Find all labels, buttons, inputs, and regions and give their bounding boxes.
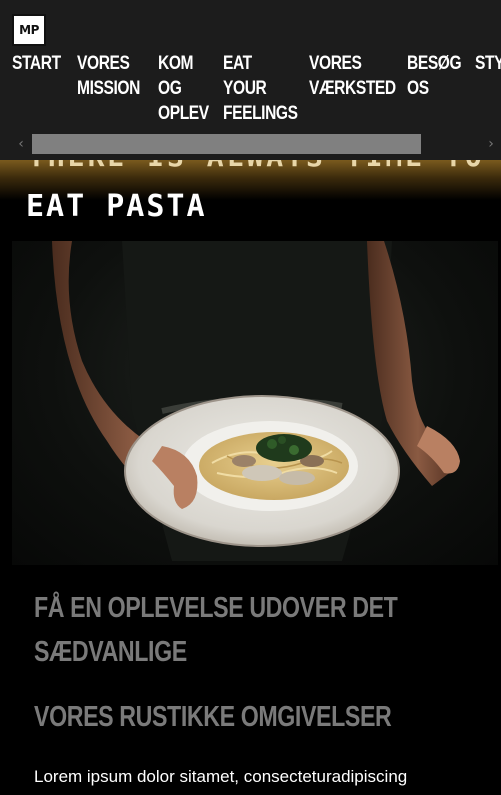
scrollbar-thumb[interactable] (32, 134, 421, 154)
nav-label: VORES (309, 53, 362, 74)
section-heading-experience: FÅ EN OPLEVELSE UDOVER DET SÆDVANLIGE (34, 592, 398, 668)
nav-item-vores-mission[interactable]: VORES MISSION (77, 51, 140, 101)
nav-label: START (12, 53, 61, 74)
nav-item-vores-vaerksted[interactable]: VORES VÆRKSTED (309, 51, 396, 101)
pasta-illustration (52, 241, 460, 561)
site-logo[interactable]: MP (12, 14, 46, 46)
nav-label: STY (475, 53, 501, 74)
nav-label: VORES (77, 53, 130, 74)
nav-label: BESØG (407, 53, 462, 74)
nav-label: VÆRKSTED (309, 78, 396, 99)
nav-label: OPLEV (158, 103, 209, 124)
pasta-photo (12, 241, 498, 565)
nav-label: FEELINGS (223, 103, 298, 124)
chevron-right-icon[interactable]: › (484, 135, 498, 153)
nav-label: YOUR (223, 78, 267, 99)
hero-tagline: THERE IS ALWAYS TIME TO (28, 157, 485, 181)
section-heading-surroundings: VORES RUSTIKKE OMGIVELSER (34, 701, 392, 733)
nav-label: OG (158, 78, 182, 99)
page: MP START VORES MISSION KOM OG OPLEV EAT … (0, 0, 501, 795)
chevron-left-icon[interactable]: ‹ (14, 135, 28, 153)
site-header: MP START VORES MISSION KOM OG OPLEV EAT … (0, 0, 501, 160)
nav-label: KOM (158, 53, 194, 74)
hero-title: EAT PASTA (26, 189, 207, 224)
logo-text: MP (19, 23, 39, 37)
nav-label: OS (407, 78, 429, 99)
nav-label: MISSION (77, 78, 140, 99)
nav-item-kom-og-oplev[interactable]: KOM OG OPLEV (158, 51, 209, 126)
nav-label: EAT (223, 53, 252, 74)
nav-horizontal-scrollbar[interactable]: ‹ › (12, 133, 500, 155)
nav-item-besoeg-os[interactable]: BESØG OS (407, 51, 462, 101)
section-body-text: Lorem ipsum dolor sitamet, consecteturad… (34, 767, 408, 786)
nav-item-eat-your-feelings[interactable]: EAT YOUR FEELINGS (223, 51, 298, 126)
nav-item-start[interactable]: START (12, 51, 61, 76)
nav-item-sty[interactable]: STY (475, 51, 501, 76)
